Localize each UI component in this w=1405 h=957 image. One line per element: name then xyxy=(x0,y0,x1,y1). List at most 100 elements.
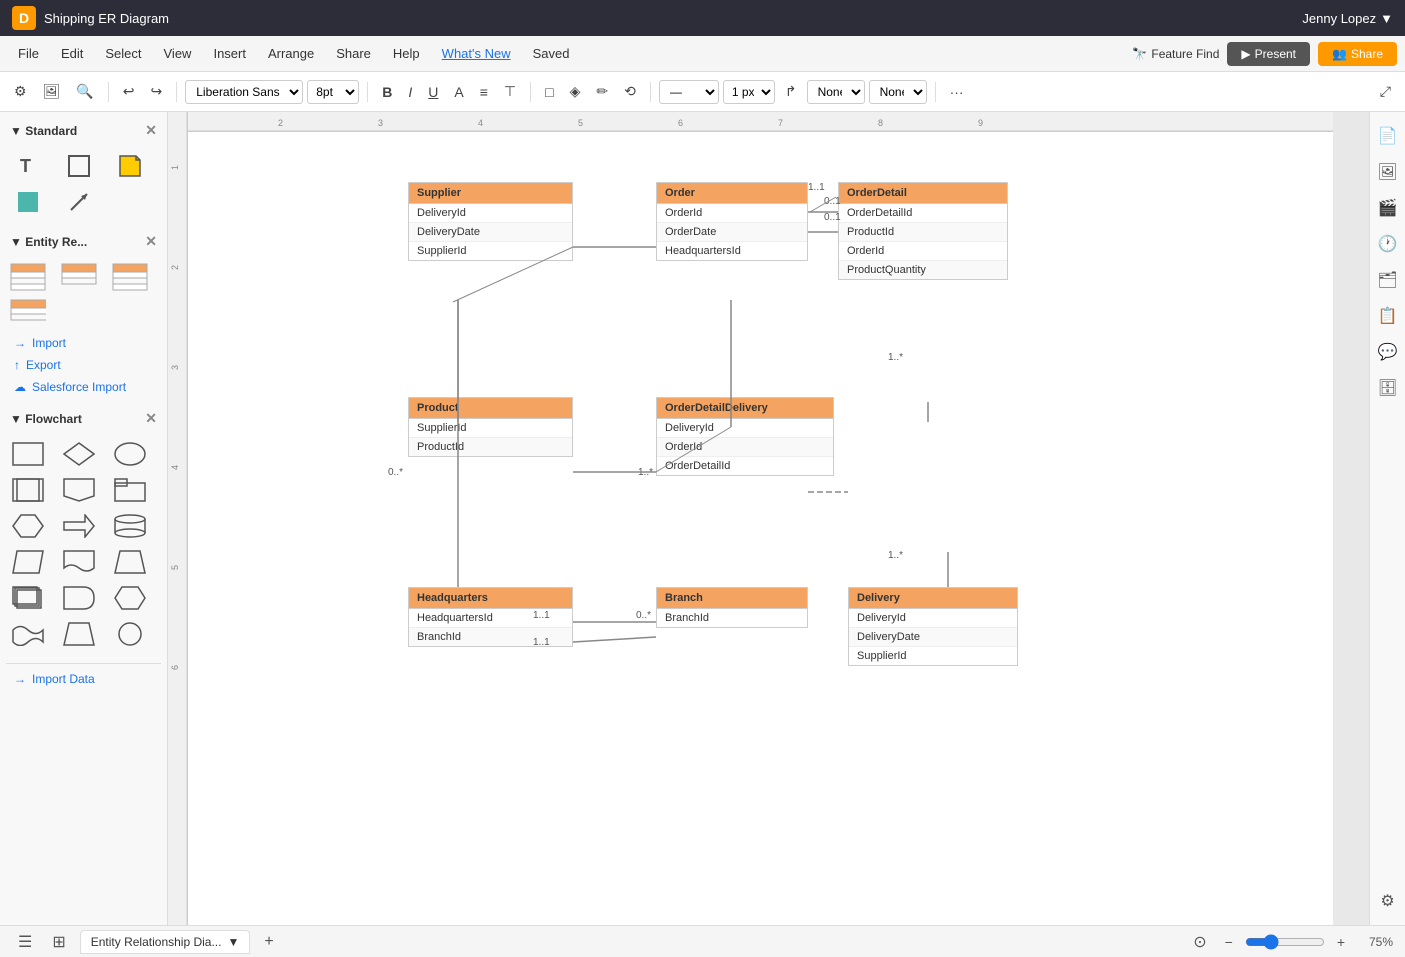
compass-btn[interactable]: ⊙ xyxy=(1187,930,1212,954)
fc-cylinder[interactable] xyxy=(112,511,148,541)
text-shape[interactable]: T xyxy=(10,151,46,181)
product-table[interactable]: Product SupplierId ProductId xyxy=(408,397,573,457)
menu-view[interactable]: View xyxy=(154,42,202,65)
start-arrow-select[interactable]: None xyxy=(807,80,865,104)
delivery-table[interactable]: Delivery DeliveryId DeliveryDate Supplie… xyxy=(848,587,1018,666)
menu-arrange[interactable]: Arrange xyxy=(258,42,324,65)
fc-circle[interactable] xyxy=(112,619,148,649)
supplier-table[interactable]: Supplier DeliveryId DeliveryDate Supplie… xyxy=(408,182,573,261)
import-data-link[interactable]: → Import Data xyxy=(6,663,161,690)
er-table1-shape[interactable] xyxy=(10,262,46,292)
right-panel-time-btn[interactable]: 🕐 xyxy=(1372,228,1404,260)
fc-rect[interactable] xyxy=(10,439,46,469)
order-detail-table[interactable]: OrderDetail OrderDetailId ProductId Orde… xyxy=(838,182,1008,280)
fc-pentagon[interactable] xyxy=(61,475,97,505)
redo-button[interactable]: ↪ xyxy=(145,79,169,104)
connector-button[interactable]: ⟲ xyxy=(618,79,642,104)
fc-manual[interactable] xyxy=(112,547,148,577)
fc-multi-doc[interactable] xyxy=(10,583,46,613)
user-chevron[interactable]: ▼ xyxy=(1380,11,1393,26)
right-panel-media-btn[interactable]: 🎬 xyxy=(1372,192,1404,224)
menu-help[interactable]: Help xyxy=(383,42,430,65)
zoom-out-btn[interactable]: − xyxy=(1221,934,1237,950)
menu-file[interactable]: File xyxy=(8,42,49,65)
menu-insert[interactable]: Insert xyxy=(203,42,256,65)
feature-find-button[interactable]: 🔭 Feature Find xyxy=(1132,47,1219,61)
search-button[interactable]: 🔍 xyxy=(70,79,99,104)
grid-view-btn[interactable]: ⊞ xyxy=(46,930,71,954)
er-table3-shape[interactable] xyxy=(112,262,148,292)
menu-whats-new[interactable]: What's New xyxy=(432,42,521,65)
more-button[interactable]: ··· xyxy=(944,80,970,104)
er-table4-shape[interactable] xyxy=(10,298,46,328)
valign-button[interactable]: ⊤ xyxy=(498,79,522,104)
line-width-select[interactable]: 1 px xyxy=(723,80,775,104)
canvas[interactable]: Supplier DeliveryId DeliveryDate Supplie… xyxy=(188,132,1333,925)
right-panel-layers-btn[interactable]: 🗂 xyxy=(1371,264,1403,296)
order-table[interactable]: Order OrderId OrderDate HeadquartersId xyxy=(656,182,808,261)
italic-button[interactable]: I xyxy=(402,80,418,104)
fill-button[interactable]: ◈ xyxy=(564,79,587,104)
zoom-in-btn[interactable]: + xyxy=(1333,934,1349,950)
right-panel-db-btn[interactable]: 🗄 xyxy=(1371,372,1403,404)
fc-loop[interactable] xyxy=(112,583,148,613)
present-button[interactable]: ▶ Present xyxy=(1227,42,1310,66)
bold-button[interactable]: B xyxy=(376,80,398,104)
font-color-button[interactable]: A xyxy=(448,80,469,104)
fc-trapezoid[interactable] xyxy=(61,619,97,649)
fc-arrow-right[interactable] xyxy=(61,511,97,541)
rect-shape[interactable] xyxy=(61,151,97,181)
menu-edit[interactable]: Edit xyxy=(51,42,93,65)
standard-close-button[interactable]: ✕ xyxy=(145,122,157,139)
add-tab-btn[interactable]: + xyxy=(258,931,279,953)
shape-button[interactable]: □ xyxy=(539,80,559,104)
right-panel-format-btn[interactable]: 📄 xyxy=(1372,120,1404,152)
note-shape[interactable] xyxy=(112,151,148,181)
stroke-button[interactable]: ✏ xyxy=(590,79,614,104)
salesforce-link[interactable]: ☁ Salesforce Import xyxy=(6,376,161,398)
menu-select[interactable]: Select xyxy=(95,42,151,65)
underline-button[interactable]: U xyxy=(422,80,444,104)
app-logo[interactable]: D xyxy=(12,6,36,30)
branch-table[interactable]: Branch BranchId xyxy=(656,587,808,628)
fc-oval[interactable] xyxy=(112,439,148,469)
fc-para[interactable] xyxy=(10,547,46,577)
zoom-slider[interactable] xyxy=(1245,934,1325,950)
arrow-shape[interactable] xyxy=(61,187,97,217)
import-link[interactable]: → Import xyxy=(6,332,161,354)
export-link[interactable]: ↑ Export xyxy=(6,354,161,376)
list-view-btn[interactable]: ☰ xyxy=(12,930,38,954)
order-detail-delivery-table[interactable]: OrderDetailDelivery DeliveryId OrderId O… xyxy=(656,397,834,476)
menu-saved[interactable]: Saved xyxy=(523,42,580,65)
fc-tab[interactable] xyxy=(112,475,148,505)
flowchart-close-button[interactable]: ✕ xyxy=(145,410,157,427)
diagram-tab[interactable]: Entity Relationship Dia... ▼ xyxy=(80,930,251,954)
align-button[interactable]: ≡ xyxy=(474,80,494,104)
end-arrow-select[interactable]: None xyxy=(869,80,927,104)
fc-doc[interactable] xyxy=(61,547,97,577)
right-panel-doc-btn[interactable]: 📋 xyxy=(1372,300,1404,332)
waypoint-button[interactable]: ↱ xyxy=(779,79,803,104)
font-size-select[interactable]: 8pt xyxy=(307,80,359,104)
fc-diamond[interactable] xyxy=(61,439,97,469)
menu-share[interactable]: Share xyxy=(326,42,381,65)
fullscreen-button[interactable]: ⤢ xyxy=(1374,79,1397,104)
fc-delay[interactable] xyxy=(61,583,97,613)
settings-button[interactable]: ⚙ xyxy=(8,79,33,104)
line-style-select[interactable]: — xyxy=(659,80,719,104)
image-button[interactable]: 🖼 xyxy=(37,79,67,104)
font-family-select[interactable]: Liberation Sans xyxy=(185,80,303,104)
right-panel-settings-btn[interactable]: ⚙ xyxy=(1374,885,1400,917)
canvas-area[interactable]: 1 2 3 4 5 6 7 8 9 1 2 3 4 5 6 xyxy=(168,112,1369,925)
er-table2-shape[interactable] xyxy=(61,262,97,292)
entity-re-close-button[interactable]: ✕ xyxy=(145,233,157,250)
share-button[interactable]: 👥 Share xyxy=(1318,42,1397,66)
filled-rect-shape[interactable] xyxy=(10,187,46,217)
fc-hexagon[interactable] xyxy=(10,511,46,541)
fc-wave[interactable] xyxy=(10,619,46,649)
right-panel-image-btn[interactable]: 🖼 xyxy=(1371,156,1403,188)
import-data-icon: → xyxy=(14,672,26,686)
undo-button[interactable]: ↩ xyxy=(117,79,141,104)
right-panel-comment-btn[interactable]: 💬 xyxy=(1372,336,1404,368)
fc-rect2[interactable] xyxy=(10,475,46,505)
